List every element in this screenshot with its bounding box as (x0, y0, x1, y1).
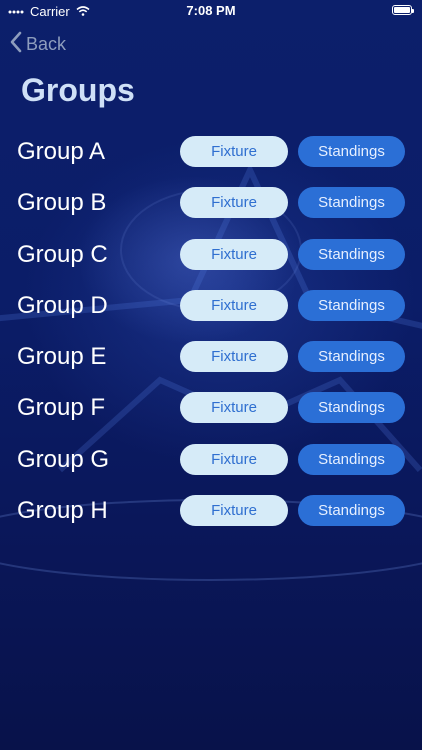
battery-icon (392, 5, 414, 15)
fixture-button[interactable]: Fixture (180, 187, 288, 219)
back-label: Back (26, 34, 67, 54)
status-bar: Carrier 7:08 PM (0, 0, 422, 22)
group-row: Group G Fixture Standings (0, 443, 422, 495)
fixture-button[interactable]: Fixture (180, 238, 288, 270)
group-row: Group B Fixture Standings (0, 187, 422, 238)
fixture-button[interactable]: Fixture (180, 392, 288, 424)
standings-button[interactable]: Standings (298, 136, 405, 167)
standings-button[interactable]: Standings (298, 341, 405, 373)
standings-button[interactable]: Standings (298, 443, 405, 475)
group-name: Group F (17, 394, 106, 422)
group-name: Group D (17, 291, 108, 319)
group-name: Group G (17, 445, 110, 473)
group-list: Group A Fixture Standings Group B Fixture Sta… (0, 136, 422, 546)
group-name: Group H (17, 497, 108, 525)
back-button[interactable]: Back (10, 31, 66, 58)
group-name: Group C (17, 240, 108, 268)
fixture-button[interactable]: Fixture (180, 495, 288, 527)
standings-button[interactable]: Standings (298, 238, 405, 270)
standings-button[interactable]: Standings (298, 495, 405, 527)
group-name: Group E (17, 343, 107, 371)
status-time: 7:08 PM (186, 3, 236, 18)
fixture-button[interactable]: Fixture (180, 443, 288, 475)
standings-button[interactable]: Standings (298, 392, 405, 424)
standings-button[interactable]: Standings (298, 289, 405, 321)
group-row: Group A Fixture Standings (0, 136, 422, 187)
page-title: Groups (21, 72, 135, 108)
group-row: Group F Fixture Standings (0, 392, 422, 443)
group-row: Group D Fixture Standings (0, 289, 422, 341)
group-name: Group B (17, 189, 107, 217)
group-row: Group H Fixture Standings (0, 495, 422, 546)
group-name: Group A (17, 138, 106, 165)
fixture-button[interactable]: Fixture (180, 289, 288, 321)
chevron-left-icon (10, 31, 22, 58)
fixture-button[interactable]: Fixture (180, 341, 288, 373)
standings-button[interactable]: Standings (298, 187, 405, 219)
fixture-button[interactable]: Fixture (180, 136, 288, 167)
group-row: Group C Fixture Standings (0, 238, 422, 290)
group-row: Group E Fixture Standings (0, 341, 422, 392)
